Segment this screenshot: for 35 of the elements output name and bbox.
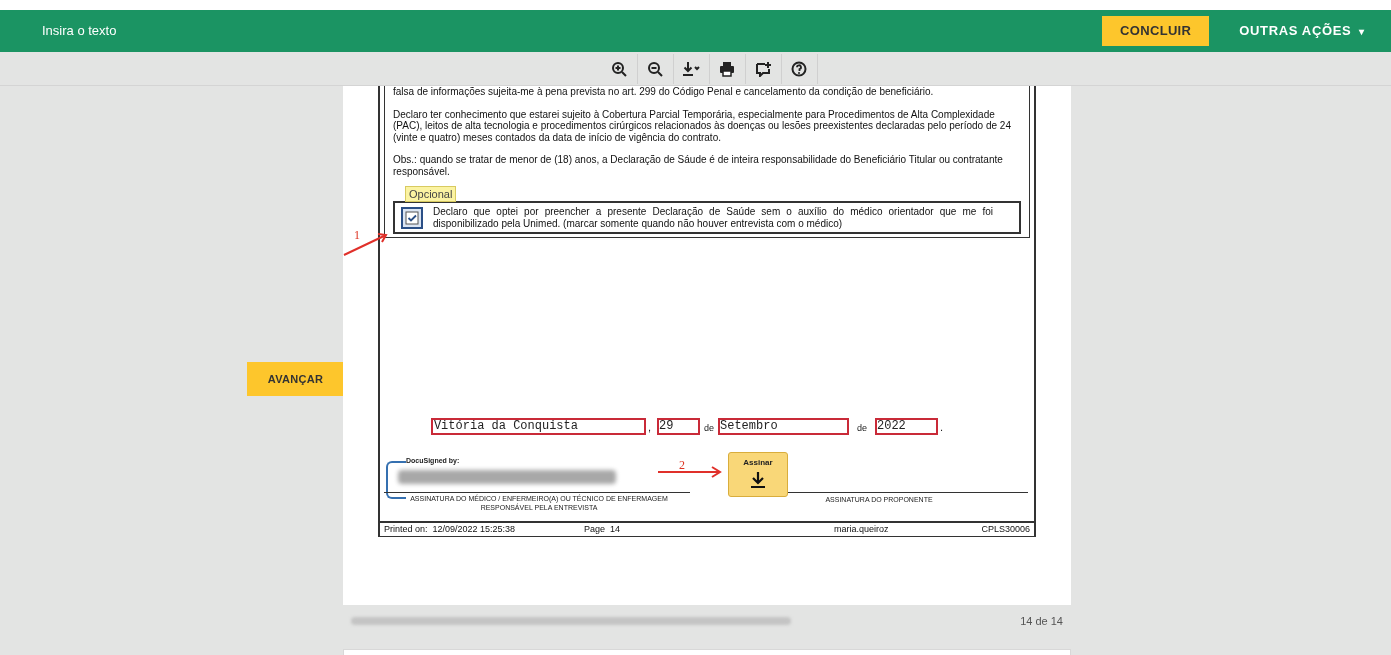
form-code: CPLS30006 xyxy=(981,522,1030,536)
advance-button[interactable]: AVANÇAR xyxy=(247,362,344,396)
annotation-number: 2 xyxy=(679,457,685,474)
checkmark-icon xyxy=(405,210,419,225)
printed-on-text: Printed on: 12/09/2022 15:25:38 xyxy=(384,522,517,536)
de-text: de xyxy=(704,421,714,435)
day-field[interactable]: 29 xyxy=(657,418,700,435)
declaration-paragraph: Obs.: quando se tratar de menor de (18) anos, a Declaração de Sáude é de inteira responsabilidade do Beneficiário Titular ou contratante responsável. xyxy=(393,154,1004,177)
city-field[interactable]: Vitória da Conquista xyxy=(430,418,646,435)
download-icon xyxy=(750,471,766,489)
year-field[interactable]: 2022 xyxy=(875,418,938,435)
optional-tag: Opcional xyxy=(405,186,457,202)
checkbox-label: Declaro que optei por preencher a presente Declaração de Saúde sem o auxílio do médico orientador que me foi disponibilizado pela Unimed. (marcar somente quando não houver entrevista com o médico) xyxy=(433,206,994,229)
zoom-in-icon xyxy=(611,60,627,77)
download-icon xyxy=(682,60,700,77)
user-text: maria.queiroz xyxy=(834,522,890,536)
more-actions-menu[interactable]: OUTRAS AÇÕES ▾ xyxy=(1239,21,1365,41)
finish-button[interactable]: CONCLUIR xyxy=(1102,16,1210,46)
page-counter: 14 de 14 xyxy=(1020,613,1063,629)
annotation-arrow xyxy=(343,231,389,256)
declaration-paragraph: falsa de informações sujeita-me à pena prevista no art. 299 do Código Penal e cancelamento da condição de beneficiário. xyxy=(393,86,935,98)
checkbox[interactable] xyxy=(401,206,423,229)
declaration-paragraph: Declaro ter conhecimento que estarei sujeito à Cobertura Parcial Temporária, especialmente para Procedimentos de Alta Complexidade (PAC), leitos de alta tecnologia e procedimentos cirúrgicos relacionados às doenças ou lesões preexistentes declaradas pelo período de 24 (vinte e quatro) meses contados da data de início de vigência do contrato. xyxy=(393,108,1012,143)
comment-plus-icon xyxy=(755,60,771,77)
header-title: Insira o texto xyxy=(42,22,117,41)
annotation-number: 1 xyxy=(354,227,360,244)
page-text: Page 14 xyxy=(584,522,622,536)
de-text: de xyxy=(857,421,867,435)
help-icon xyxy=(791,60,807,77)
sign-button[interactable]: Assinar xyxy=(728,452,788,497)
comma-text: , xyxy=(647,419,651,435)
period-text: . xyxy=(940,419,944,435)
month-field[interactable]: Setembro xyxy=(718,418,849,435)
zoom-out-icon xyxy=(647,60,663,77)
print-icon xyxy=(719,60,735,77)
